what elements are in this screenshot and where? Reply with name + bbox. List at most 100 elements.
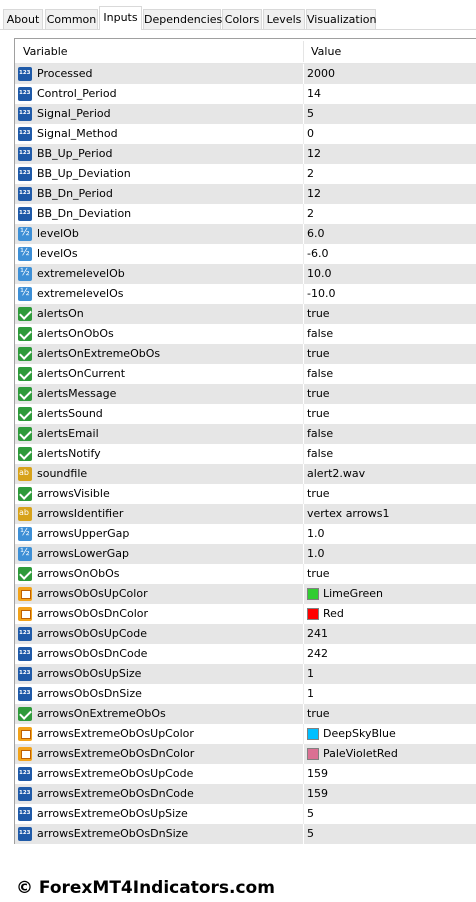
table-row[interactable]: alertsOnExtremeObOs true <box>15 344 476 364</box>
table-row[interactable]: arrowsOnExtremeObOs true <box>15 704 476 724</box>
table-row[interactable]: alertsOnObOs false <box>15 324 476 344</box>
table-row[interactable]: arrowsOnObOs true <box>15 564 476 584</box>
variable-value[interactable]: 12 <box>307 144 321 164</box>
table-row[interactable]: BB_Dn_Deviation 2 <box>15 204 476 224</box>
variable-value[interactable]: false <box>307 444 333 464</box>
variable-value[interactable]: 5 <box>307 804 314 824</box>
tab-inputs[interactable]: Inputs <box>99 6 142 30</box>
variable-value[interactable]: true <box>307 344 330 364</box>
table-row[interactable]: arrowsExtremeObOsUpColor DeepSkyBlue <box>15 724 476 744</box>
variable-value[interactable]: 5 <box>307 824 314 844</box>
color-swatch[interactable] <box>307 748 319 760</box>
table-row[interactable]: Control_Period 14 <box>15 84 476 104</box>
variable-value[interactable]: DeepSkyBlue <box>323 724 396 744</box>
table-row[interactable]: arrowsObOsUpCode 241 <box>15 624 476 644</box>
table-row[interactable]: arrowsObOsUpSize 1 <box>15 664 476 684</box>
table-row[interactable]: arrowsUpperGap 1.0 <box>15 524 476 544</box>
table-row[interactable]: arrowsIdentifier vertex arrows1 <box>15 504 476 524</box>
color-swatch[interactable] <box>307 608 319 620</box>
table-row[interactable]: arrowsObOsDnColor Red <box>15 604 476 624</box>
color-type-icon <box>18 587 32 601</box>
variable-value[interactable]: false <box>307 364 333 384</box>
table-row[interactable]: BB_Up_Deviation 2 <box>15 164 476 184</box>
variable-value[interactable]: true <box>307 704 330 724</box>
variable-value[interactable]: true <box>307 384 330 404</box>
table-row[interactable]: arrowsExtremeObOsDnColor PaleVioletRed <box>15 744 476 764</box>
variable-value[interactable]: 6.0 <box>307 224 325 244</box>
table-row[interactable]: alertsOn true <box>15 304 476 324</box>
table-row[interactable]: levelOs -6.0 <box>15 244 476 264</box>
table-row[interactable]: arrowsObOsUpColor LimeGreen <box>15 584 476 604</box>
column-divider[interactable] <box>303 41 304 62</box>
table-row[interactable]: Signal_Period 5 <box>15 104 476 124</box>
table-row[interactable]: arrowsObOsDnSize 1 <box>15 684 476 704</box>
variable-value[interactable]: Red <box>323 604 344 624</box>
table-row[interactable]: arrowsExtremeObOsDnSize 5 <box>15 824 476 844</box>
color-swatch[interactable] <box>307 588 319 600</box>
table-row[interactable]: soundfile alert2.wav <box>15 464 476 484</box>
variable-value[interactable]: true <box>307 404 330 424</box>
tab-visualization[interactable]: Visualization <box>306 9 376 30</box>
column-header-variable[interactable]: Variable <box>23 39 68 64</box>
variable-value[interactable]: 14 <box>307 84 321 104</box>
table-row[interactable]: alertsMessage true <box>15 384 476 404</box>
table-row[interactable]: alertsOnCurrent false <box>15 364 476 384</box>
variable-name: Processed <box>37 67 93 80</box>
variable-value[interactable]: false <box>307 324 333 344</box>
table-row[interactable]: arrowsLowerGap 1.0 <box>15 544 476 564</box>
variable-value[interactable]: 241 <box>307 624 328 644</box>
variable-value[interactable]: -6.0 <box>307 244 328 264</box>
table-row[interactable]: arrowsObOsDnCode 242 <box>15 644 476 664</box>
variable-value[interactable]: alert2.wav <box>307 464 365 484</box>
variable-value[interactable]: true <box>307 304 330 324</box>
variable-value[interactable]: 1 <box>307 664 314 684</box>
variable-name: levelOb <box>37 227 79 240</box>
variable-value[interactable]: 242 <box>307 644 328 664</box>
tab-colors[interactable]: Colors <box>222 9 262 30</box>
watermark-text: © ForexMT4Indicators.com <box>16 878 275 898</box>
variable-value[interactable]: 2 <box>307 204 314 224</box>
variable-value[interactable]: false <box>307 424 333 444</box>
table-row[interactable]: Processed 2000 <box>15 64 476 84</box>
table-row[interactable]: extremelevelOb 10.0 <box>15 264 476 284</box>
table-row[interactable]: extremelevelOs -10.0 <box>15 284 476 304</box>
table-row[interactable]: arrowsExtremeObOsUpCode 159 <box>15 764 476 784</box>
variable-value[interactable]: 10.0 <box>307 264 332 284</box>
integer-type-icon <box>18 827 32 841</box>
table-row[interactable]: arrowsExtremeObOsUpSize 5 <box>15 804 476 824</box>
tab-dependencies[interactable]: Dependencies <box>143 9 222 30</box>
tab-levels[interactable]: Levels <box>263 9 305 30</box>
variable-value[interactable]: 5 <box>307 104 314 124</box>
table-row[interactable]: BB_Up_Period 12 <box>15 144 476 164</box>
variable-value[interactable]: PaleVioletRed <box>323 744 398 764</box>
color-swatch[interactable] <box>307 728 319 740</box>
column-header-value[interactable]: Value <box>311 39 341 64</box>
variable-value[interactable]: true <box>307 564 330 584</box>
table-row[interactable]: arrowsVisible true <box>15 484 476 504</box>
variable-value[interactable]: 0 <box>307 124 314 144</box>
variable-value[interactable]: 1 <box>307 684 314 704</box>
table-row[interactable]: BB_Dn_Period 12 <box>15 184 476 204</box>
variable-value[interactable]: 2000 <box>307 64 335 84</box>
table-row[interactable]: Signal_Method 0 <box>15 124 476 144</box>
variable-value[interactable]: true <box>307 484 330 504</box>
tab-common[interactable]: Common <box>45 9 98 30</box>
variable-value[interactable]: 159 <box>307 784 328 804</box>
variable-value[interactable]: LimeGreen <box>323 584 383 604</box>
tab-about[interactable]: About <box>3 9 43 30</box>
variable-value[interactable]: 1.0 <box>307 544 325 564</box>
variable-name: arrowsExtremeObOsUpColor <box>37 727 194 740</box>
table-row[interactable]: arrowsExtremeObOsDnCode 159 <box>15 784 476 804</box>
table-row[interactable]: levelOb 6.0 <box>15 224 476 244</box>
variable-value[interactable]: 2 <box>307 164 314 184</box>
variable-value[interactable]: vertex arrows1 <box>307 504 390 524</box>
variable-name: arrowsExtremeObOsDnColor <box>37 747 195 760</box>
cell-divider <box>303 644 304 664</box>
variable-value[interactable]: 1.0 <box>307 524 325 544</box>
table-row[interactable]: alertsNotify false <box>15 444 476 464</box>
variable-value[interactable]: -10.0 <box>307 284 335 304</box>
table-row[interactable]: alertsSound true <box>15 404 476 424</box>
variable-value[interactable]: 12 <box>307 184 321 204</box>
variable-value[interactable]: 159 <box>307 764 328 784</box>
table-row[interactable]: alertsEmail false <box>15 424 476 444</box>
